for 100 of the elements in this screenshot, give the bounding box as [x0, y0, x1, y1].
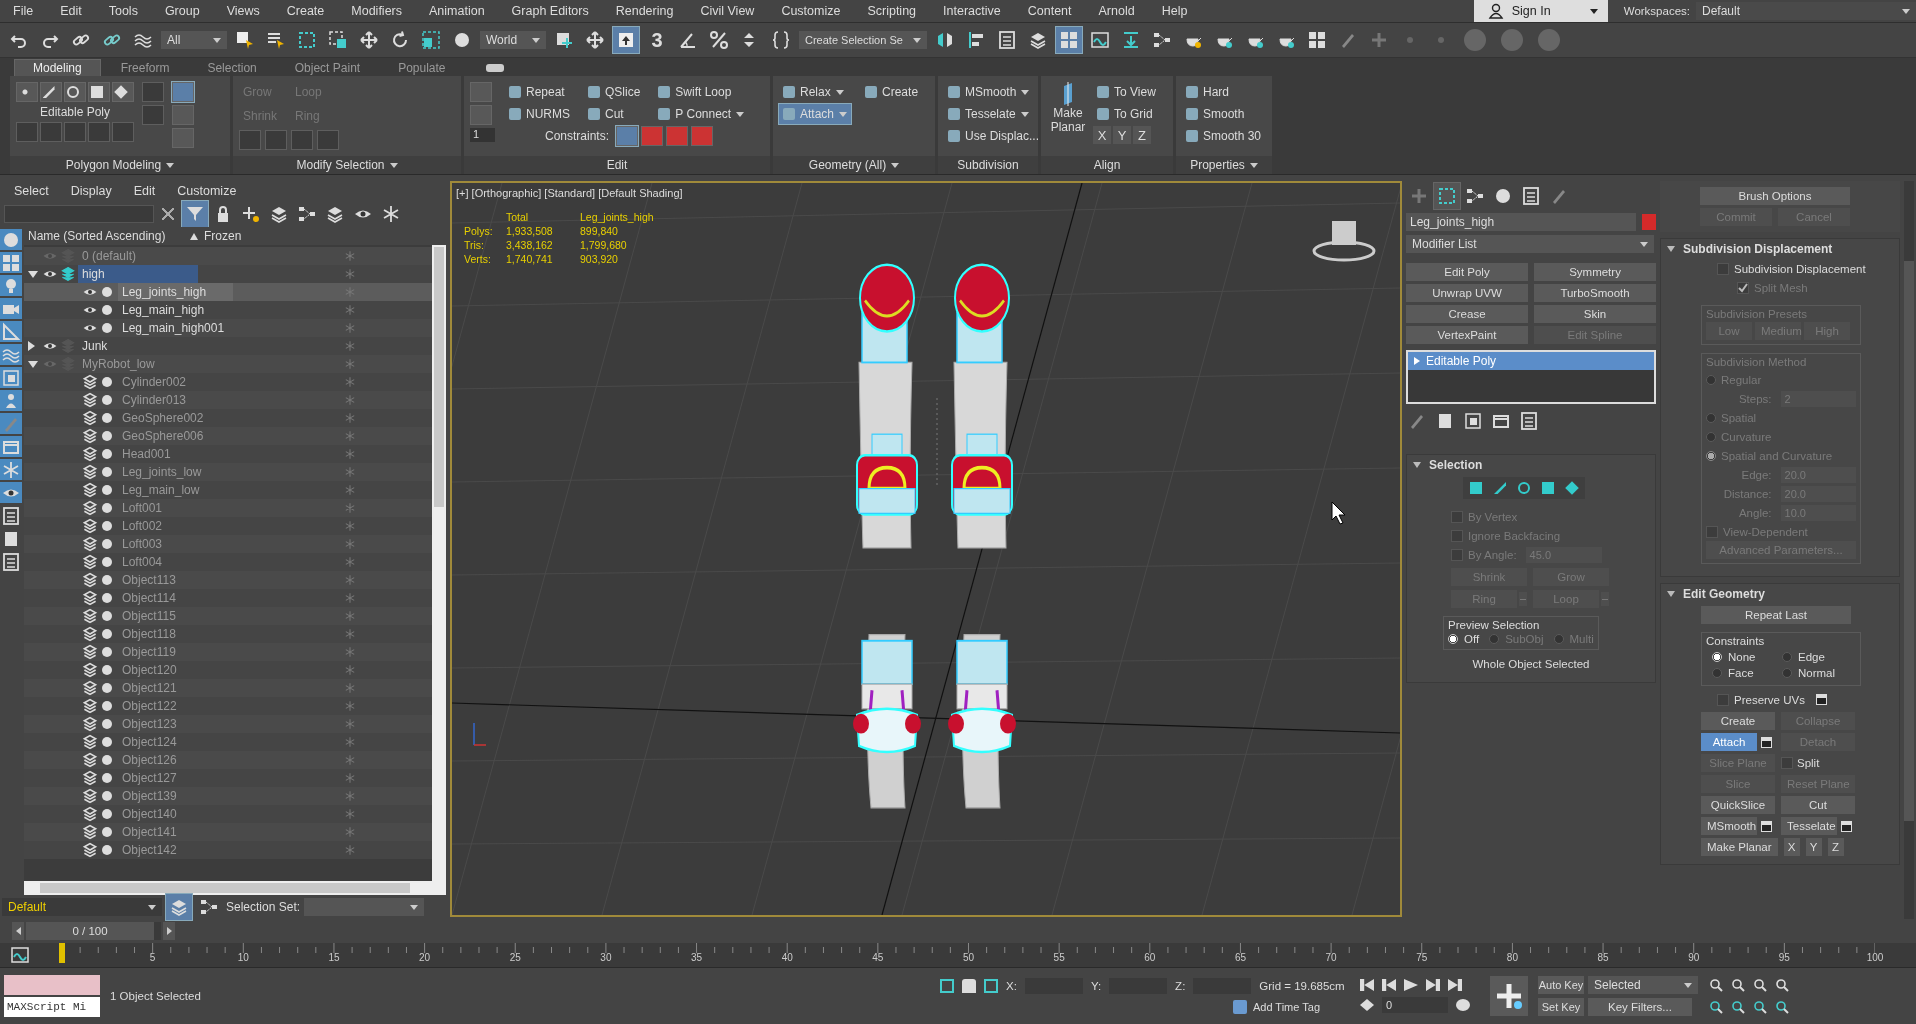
sign-in-button[interactable]: Sign In: [1473, 0, 1608, 22]
menu-item[interactable]: Scripting: [854, 4, 931, 18]
layer-name[interactable]: high: [78, 265, 198, 283]
maxscript-field[interactable]: MAXScript Mi: [4, 997, 100, 1017]
ribbon-command[interactable]: To View: [1093, 82, 1160, 102]
rollout-title[interactable]: Selection: [1429, 458, 1483, 472]
panel-footer[interactable]: Edit: [464, 156, 770, 174]
menu-item[interactable]: File: [0, 4, 48, 18]
ribbon-tab[interactable]: Freeform: [102, 60, 188, 76]
layer-dropdown[interactable]: Default: [2, 898, 162, 916]
key-filters-button[interactable]: Key Filters...: [1588, 998, 1692, 1016]
snap-toggle[interactable]: 3: [644, 27, 670, 53]
menu-item[interactable]: Edit: [119, 184, 164, 198]
reference-coordinate-dropdown[interactable]: World: [480, 31, 546, 49]
modifier-button[interactable]: Symmetry: [1534, 263, 1656, 281]
menu-item[interactable]: Tools: [95, 4, 152, 18]
axis-button[interactable]: Z: [1827, 838, 1844, 856]
workspace-dropdown[interactable]: Default: [1696, 2, 1916, 20]
panel-footer[interactable]: Properties: [1176, 156, 1272, 174]
geometry-button[interactable]: QuickSlice: [1701, 796, 1775, 814]
ribbon-tab[interactable]: Object Paint: [276, 60, 379, 76]
ribbon-command[interactable]: Attach: [779, 104, 852, 124]
menu-item[interactable]: Civil View: [687, 4, 769, 18]
set-key-button[interactable]: Set Key: [1538, 998, 1584, 1016]
make-planar-button[interactable]: Make Planar: [1047, 82, 1089, 144]
ribbon-command[interactable]: To Grid: [1093, 104, 1160, 124]
object-name[interactable]: Leg_joints_high: [118, 283, 233, 301]
ribbon-tab[interactable]: Selection: [189, 60, 275, 76]
modifier-button[interactable]: Skin: [1534, 305, 1656, 323]
menu-item[interactable]: Customize: [163, 184, 245, 198]
named-selection-dropdown[interactable]: Create Selection Se: [799, 31, 927, 49]
menu-item[interactable]: Display: [56, 184, 120, 198]
panel-footer[interactable]: Geometry (All): [773, 156, 935, 174]
object-name-field[interactable]: Leg_joints_high: [1406, 213, 1636, 231]
menu-item[interactable]: Group: [151, 4, 214, 18]
panel-footer[interactable]: Subdivision: [938, 156, 1038, 174]
axis-button[interactable]: Y: [1805, 838, 1822, 856]
ribbon-command[interactable]: Tesselate: [944, 104, 1044, 124]
axis-button[interactable]: Y: [1113, 126, 1131, 144]
frame-field[interactable]: 0: [1382, 997, 1448, 1013]
viewport-label[interactable]: [+] [Orthographic] [Standard] [Default Shading]: [456, 187, 683, 199]
rollout-title[interactable]: Subdivision Displacement: [1683, 242, 1833, 256]
modifier-button[interactable]: VertexPaint: [1406, 326, 1528, 344]
ribbon-command[interactable]: Smooth: [1182, 104, 1266, 124]
ribbon-command[interactable]: Create: [861, 82, 923, 102]
key-mode-dropdown[interactable]: Selected: [1588, 976, 1698, 994]
ribbon-command[interactable]: Smooth 30: [1182, 126, 1266, 146]
menu-item[interactable]: Create: [273, 4, 339, 18]
geometry-button[interactable]: Attach: [1701, 733, 1757, 751]
menu-item[interactable]: Animation: [416, 4, 499, 18]
column-header[interactable]: Frozen: [204, 229, 242, 243]
stack-item[interactable]: Editable Poly: [1408, 352, 1654, 370]
add-time-tag-button[interactable]: Add Time Tag: [1232, 1000, 1320, 1014]
menu-item[interactable]: Modifiers: [338, 4, 416, 18]
panel-footer[interactable]: Modify Selection: [233, 156, 461, 174]
panel-footer[interactable]: Align: [1041, 156, 1173, 174]
ribbon-command[interactable]: Hard: [1182, 82, 1266, 102]
ribbon-command[interactable]: MSmooth: [944, 82, 1044, 102]
geometry-button[interactable]: Tesselate: [1781, 817, 1837, 835]
modifier-button[interactable]: Crease: [1406, 305, 1528, 323]
ribbon-command[interactable]: QSlice: [584, 82, 645, 102]
ribbon-command[interactable]: Use Displac...: [944, 126, 1044, 146]
menu-item[interactable]: Views: [213, 4, 274, 18]
ribbon-command[interactable]: Relax: [779, 82, 852, 102]
axis-button[interactable]: X: [1783, 838, 1800, 856]
menu-item[interactable]: Interactive: [930, 4, 1015, 18]
axis-button[interactable]: Z: [1133, 126, 1151, 144]
ribbon-command[interactable]: Repeat: [505, 82, 574, 102]
rollout-title[interactable]: Edit Geometry: [1683, 587, 1766, 601]
ribbon-tab[interactable]: Modeling: [14, 59, 101, 76]
geometry-button[interactable]: Cut: [1781, 796, 1855, 814]
auto-key-button[interactable]: Auto Key: [1538, 976, 1584, 994]
modifier-list-dropdown[interactable]: Modifier List: [1406, 235, 1654, 253]
viewport[interactable]: [+] [Orthographic] [Standard] [Default Shading] Total Leg_joints_high Polys: 1,933,508 899,840 Tris: 3,438,162 1,799,680 Verts: 1,740,741 903,920: [450, 181, 1402, 917]
menu-item[interactable]: Help: [1148, 4, 1202, 18]
make-planar-button[interactable]: Make Planar: [1701, 838, 1778, 856]
panel-footer[interactable]: Polygon Modeling: [10, 156, 230, 174]
ribbon-tab[interactable]: Populate: [380, 60, 464, 76]
selection-filter-dropdown[interactable]: All: [161, 31, 227, 49]
menu-item[interactable]: Graph Editors: [498, 4, 603, 18]
menu-item[interactable]: Select: [0, 184, 57, 198]
modifier-button[interactable]: Unwrap UVW: [1406, 284, 1528, 302]
menu-item[interactable]: Customize: [768, 4, 855, 18]
geometry-button[interactable]: MSmooth: [1701, 817, 1757, 835]
menu-item[interactable]: Content: [1014, 4, 1086, 18]
menu-item[interactable]: Rendering: [602, 4, 688, 18]
ribbon-command[interactable]: P Connect: [654, 104, 749, 124]
modifier-button[interactable]: Edit Poly: [1406, 263, 1528, 281]
ribbon-command[interactable]: NURMS: [505, 104, 574, 124]
ribbon-command[interactable]: Swift Loop: [654, 82, 749, 102]
brush-options-button[interactable]: Brush Options: [1700, 187, 1850, 205]
ribbon-command[interactable]: Cut: [584, 104, 645, 124]
axis-button[interactable]: X: [1093, 126, 1111, 144]
modifier-button[interactable]: TurboSmooth: [1534, 284, 1656, 302]
geometry-button[interactable]: Create: [1701, 712, 1775, 730]
menu-item[interactable]: Edit: [47, 4, 96, 18]
column-header[interactable]: Name (Sorted Ascending): [24, 229, 190, 243]
spinner-field[interactable]: 1: [470, 128, 495, 142]
menu-item[interactable]: Arnold: [1085, 4, 1149, 18]
repeat-last-button[interactable]: Repeat Last: [1701, 606, 1851, 624]
